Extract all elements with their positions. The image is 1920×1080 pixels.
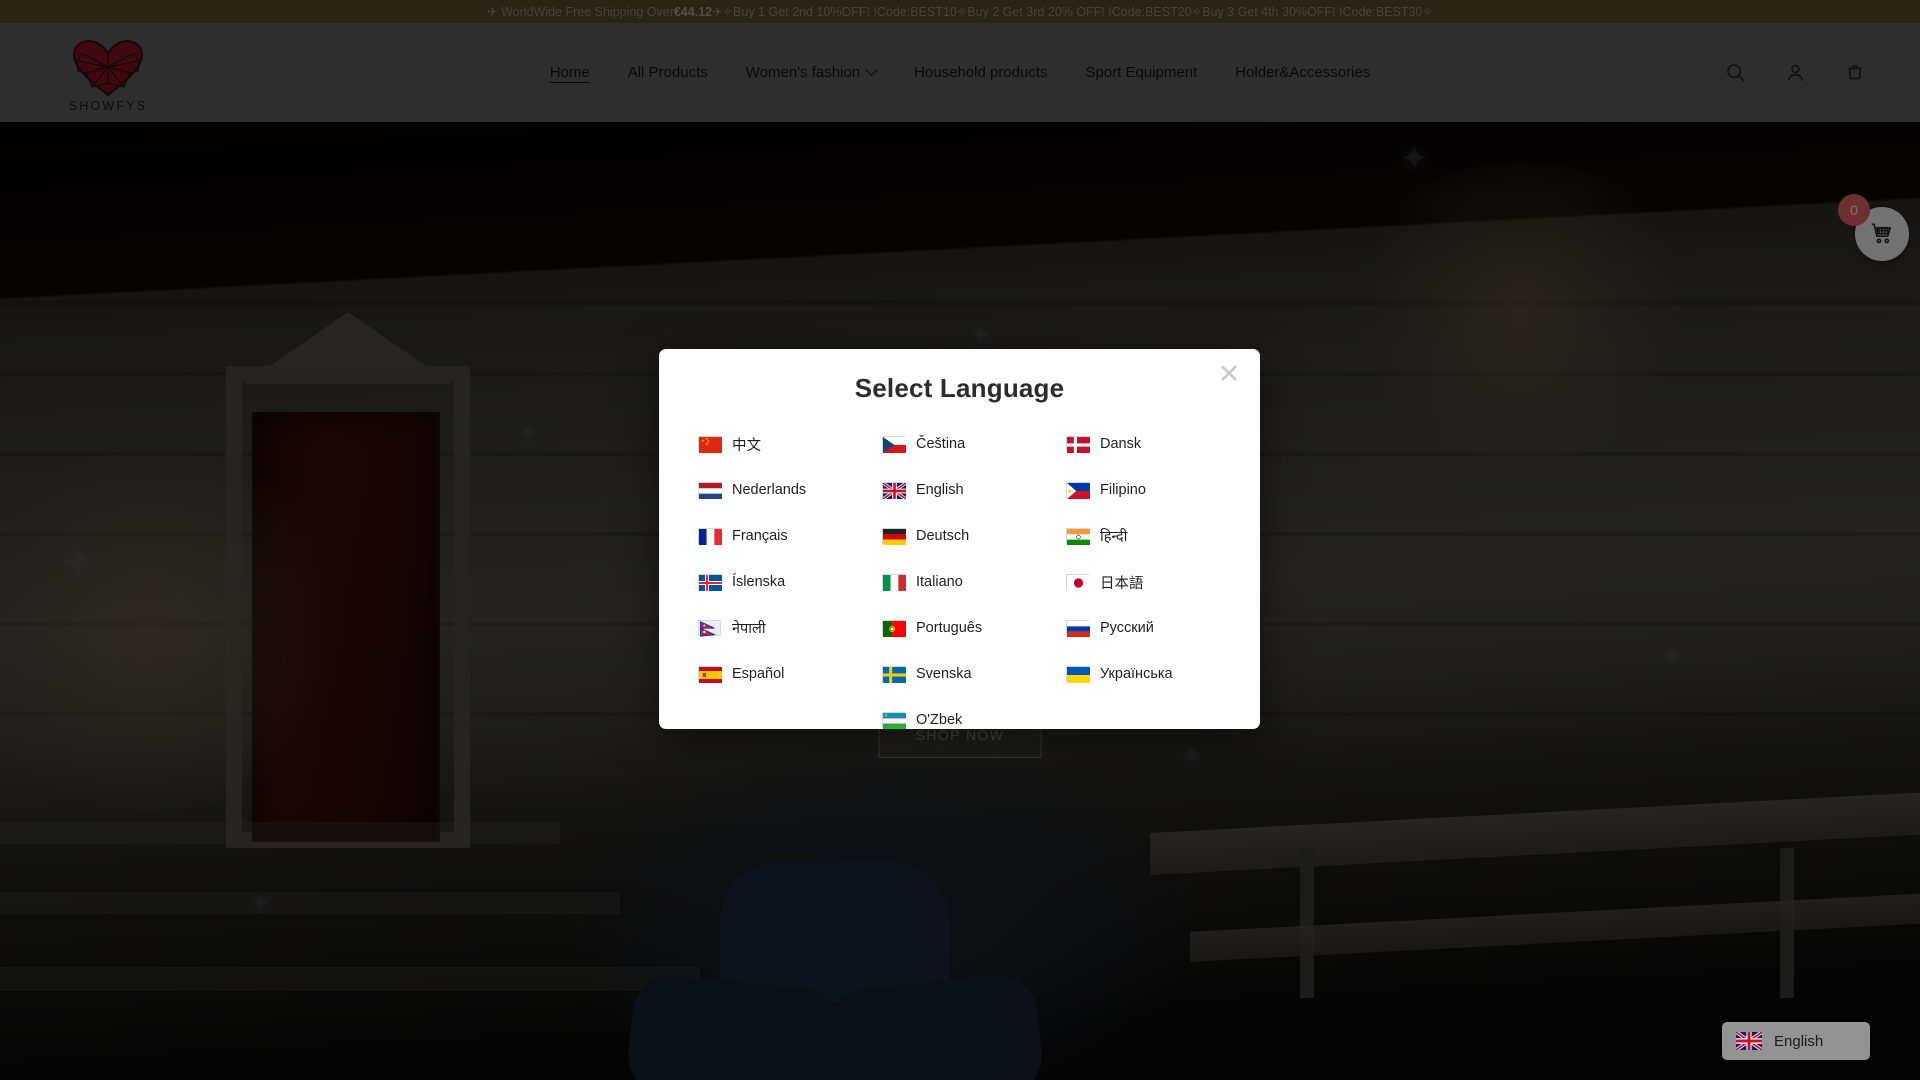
close-icon[interactable]: ✕	[1214, 360, 1244, 390]
language-switcher-widget[interactable]: English	[1722, 1022, 1870, 1060]
language-option-label: English	[916, 482, 964, 498]
flag-icon-is	[698, 574, 722, 591]
flag-icon-gb	[1735, 1030, 1763, 1052]
language-option-label: Filipino	[1100, 482, 1146, 498]
language-option-it[interactable]: Italiano	[869, 559, 1053, 605]
language-option-label: Português	[916, 620, 983, 636]
flag-icon-de	[882, 528, 906, 545]
flag-icon-nl	[698, 482, 722, 499]
flag-icon-es	[698, 666, 722, 683]
language-option-se[interactable]: Svenska	[869, 651, 1053, 697]
language-option-nl[interactable]: Nederlands	[685, 467, 869, 513]
language-option-ru[interactable]: Русский	[1053, 605, 1237, 651]
language-option-label: Español	[732, 666, 785, 682]
language-option-uz[interactable]: O'Zbek	[869, 697, 1053, 743]
language-option-gb[interactable]: English	[869, 467, 1053, 513]
language-option-es[interactable]: Español	[685, 651, 869, 697]
language-option-label: नेपाली	[732, 621, 766, 637]
language-option-label: Italiano	[916, 574, 963, 590]
language-option-label: Русский	[1100, 620, 1154, 636]
flag-icon-fr	[698, 528, 722, 545]
flag-icon-it	[882, 574, 906, 591]
flag-icon-np	[698, 620, 721, 637]
page-root: ✦ ✦ ✦ ✦ ✦ ✦ ✦ Explore New Style SHOP NOW…	[0, 0, 1920, 1080]
language-grid-spacer	[1053, 697, 1237, 743]
language-option-ua[interactable]: Українська	[1053, 651, 1237, 697]
language-option-label: Svenska	[916, 666, 972, 682]
language-option-label: Deutsch	[916, 528, 970, 544]
language-option-label: 中文	[732, 437, 761, 454]
flag-icon-ua	[1066, 666, 1090, 683]
flag-icon-gb	[882, 481, 907, 501]
language-option-label: 日本語	[1100, 575, 1144, 592]
language-switcher-label: English	[1774, 1032, 1824, 1050]
language-selector-modal: Select Language ✕ 中文 Čeština Dansk Nederla…	[659, 349, 1260, 729]
language-grid-spacer	[685, 697, 869, 743]
flag-icon-pt	[882, 620, 906, 637]
language-option-label: Čeština	[916, 436, 966, 452]
language-option-fr[interactable]: Français	[685, 513, 869, 559]
flag-icon-jp	[1066, 574, 1090, 591]
flag-icon-cz	[882, 436, 906, 453]
flag-icon-dk	[1066, 436, 1090, 453]
flag-icon-ru	[1066, 620, 1090, 637]
flag-icon-uz	[882, 712, 906, 729]
modal-title: Select Language	[854, 373, 1065, 403]
language-option-label: Dansk	[1100, 436, 1142, 452]
flag-icon-ph	[1066, 482, 1090, 499]
language-option-np[interactable]: नेपाली	[685, 605, 869, 651]
language-option-is[interactable]: Íslenska	[685, 559, 869, 605]
language-option-label: O'Zbek	[916, 712, 963, 728]
language-option-cz[interactable]: Čeština	[869, 421, 1053, 467]
language-option-cn[interactable]: 中文	[685, 421, 869, 467]
language-option-label: Íslenska	[732, 574, 786, 590]
flag-icon-in	[1066, 528, 1090, 545]
language-option-label: Français	[732, 528, 788, 544]
language-grid: 中文 Čeština Dansk Nederlands English Filipi…	[685, 421, 1237, 743]
language-option-ph[interactable]: Filipino	[1053, 467, 1237, 513]
language-option-dk[interactable]: Dansk	[1053, 421, 1237, 467]
language-option-de[interactable]: Deutsch	[869, 513, 1053, 559]
language-option-label: Українська	[1100, 666, 1173, 682]
language-option-jp[interactable]: 日本語	[1053, 559, 1237, 605]
flag-icon-cn	[698, 436, 722, 453]
language-option-label: हिन्दी	[1100, 529, 1128, 545]
flag-icon-se	[882, 666, 906, 683]
language-option-pt[interactable]: Português	[869, 605, 1053, 651]
language-option-in[interactable]: हिन्दी	[1053, 513, 1237, 559]
language-option-label: Nederlands	[732, 482, 807, 498]
